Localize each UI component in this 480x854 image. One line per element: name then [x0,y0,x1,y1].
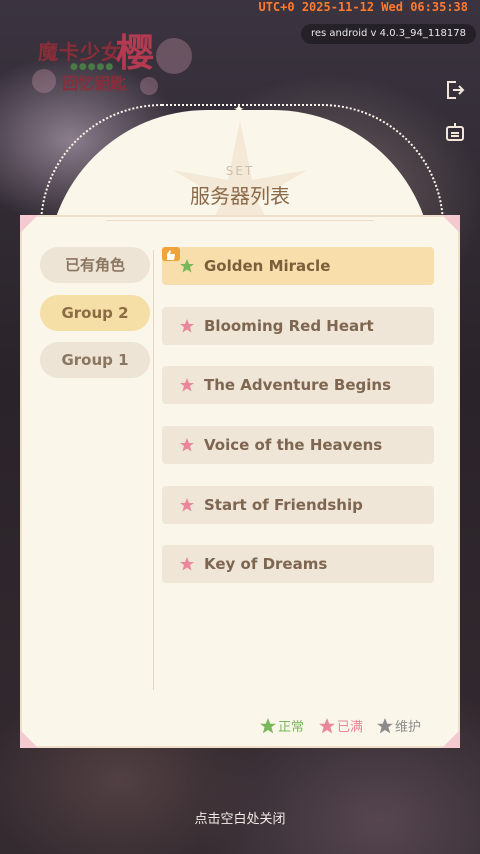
tab-group-2[interactable]: Group 2 [40,295,150,331]
legend-maintenance: 维护 [377,716,421,735]
status-full-star-icon [180,319,194,333]
server-item-golden-miracle[interactable]: Golden Miracle [162,247,434,285]
status-maintenance-star-icon [377,717,393,733]
panel-title: 服务器列表 [190,184,290,208]
logo-sakura: 樱 [116,30,155,75]
close-hint: 点击空白处关闭 [194,812,286,827]
legend-normal: 正常 [260,716,304,735]
recommended-thumb-icon [162,247,180,261]
server-item-start-of-friendship[interactable]: Start of Friendship [162,486,434,524]
legend-full-label: 已满 [337,720,364,735]
tab-existing-characters[interactable]: 已有角色 [40,247,150,283]
status-full-star-icon [180,557,194,571]
tab-group-1[interactable]: Group 1 [40,342,150,378]
version-label: res android v 4.0.3_94_118178 [301,24,476,44]
corner-decor-icon [442,730,460,748]
status-full-star-icon [180,498,194,512]
status-full-star-icon [180,378,194,392]
panel-set-label: SET [225,164,255,178]
corner-decor-icon [442,215,460,233]
list-divider [153,250,154,690]
corner-decor-icon [20,215,38,233]
logo-title: 魔卡少女 [38,40,122,64]
server-name: Start of Friendship [204,496,363,514]
status-full-star-icon [319,717,335,733]
server-name: The Adventure Begins [204,376,392,394]
corner-decor-icon [20,730,38,748]
title-divider [106,220,374,221]
server-item-voice-of-the-heavens[interactable]: Voice of the Heavens [162,426,434,464]
server-name: Voice of the Heavens [204,436,383,454]
game-logo: 魔卡少女 樱 ●●●●● 回忆钥匙 [24,26,194,96]
legend-maintenance-label: 维护 [395,720,422,735]
logout-icon[interactable] [444,79,466,101]
legend-full: 已满 [319,716,363,735]
server-item-the-adventure-begins[interactable]: The Adventure Begins [162,366,434,404]
legend-normal-label: 正常 [278,720,305,735]
logo-subtitle: 回忆钥匙 [62,74,127,93]
server-item-blooming-red-heart[interactable]: Blooming Red Heart [162,307,434,345]
server-name: Golden Miracle [204,257,331,275]
status-normal-star-icon [260,717,276,733]
status-normal-star-icon [180,259,194,273]
server-name: Key of Dreams [204,555,328,573]
status-time: UTC+0 2025-11-12 Wed 06:35:38 [258,0,468,14]
server-item-key-of-dreams[interactable]: Key of Dreams [162,545,434,583]
status-full-star-icon [180,438,194,452]
server-name: Blooming Red Heart [204,317,374,335]
notice-board-icon[interactable] [444,121,466,143]
star-ornament-icon: ✦ [233,102,245,118]
